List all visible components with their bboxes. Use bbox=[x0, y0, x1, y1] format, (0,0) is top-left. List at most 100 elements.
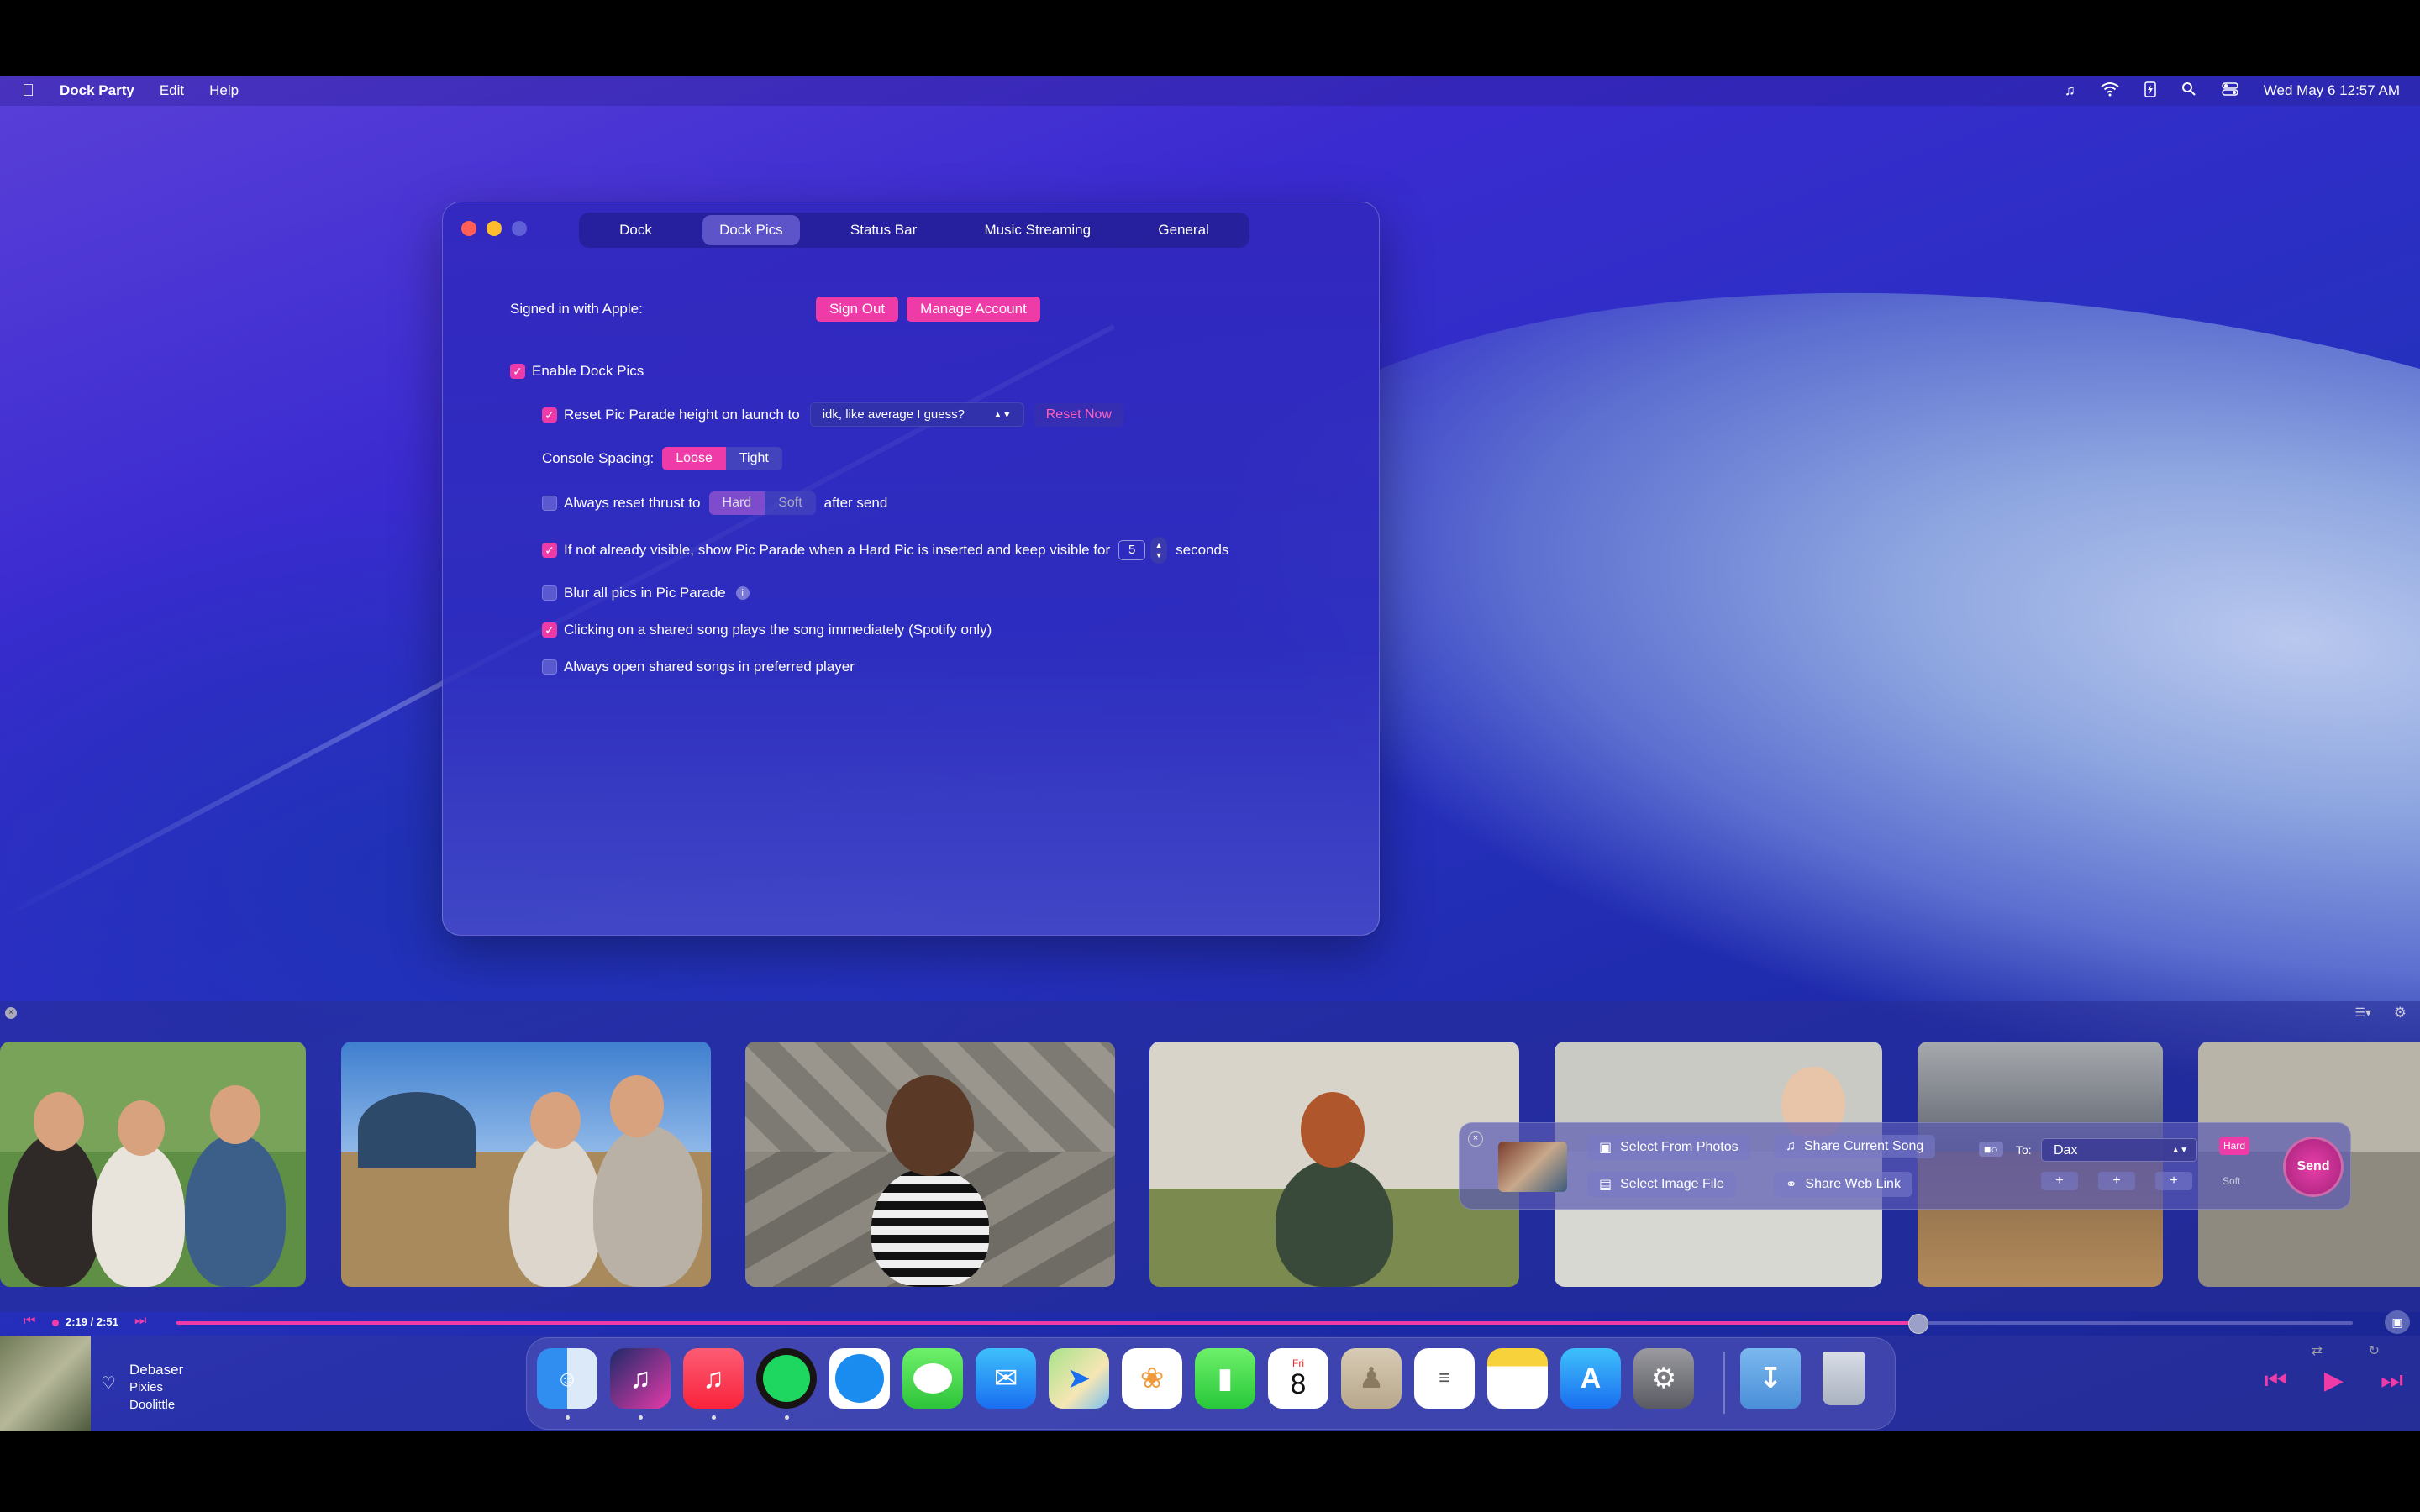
shuffle-icon[interactable]: ⇄ bbox=[2312, 1342, 2323, 1359]
trash-icon[interactable] bbox=[1813, 1348, 1874, 1409]
close-window-button[interactable] bbox=[461, 221, 476, 236]
photos-icon[interactable]: ❀ bbox=[1122, 1348, 1182, 1409]
parade-photo[interactable] bbox=[341, 1042, 711, 1287]
soft-option[interactable]: Soft bbox=[2223, 1175, 2240, 1187]
gear-icon[interactable]: ⚙ bbox=[2394, 1005, 2407, 1021]
select-image-file-label: Select Image File bbox=[1620, 1177, 1724, 1191]
select-from-photos-button[interactable]: ▣ Select From Photos bbox=[1587, 1135, 1750, 1160]
play-icon[interactable]: ▶ bbox=[2324, 1366, 2344, 1395]
messages-icon[interactable] bbox=[902, 1348, 963, 1409]
spacing-tight-option[interactable]: Tight bbox=[725, 447, 782, 470]
manage-account-button[interactable]: Manage Account bbox=[907, 297, 1040, 322]
apple-menu-icon[interactable]:  bbox=[22, 81, 34, 101]
thrust-hard-option[interactable]: Hard bbox=[708, 491, 765, 515]
minimize-window-button[interactable] bbox=[487, 221, 502, 236]
tab-general[interactable]: General bbox=[1141, 215, 1225, 245]
mail-icon[interactable]: ✉ bbox=[976, 1348, 1036, 1409]
list-menu-icon[interactable]: ☰▾ bbox=[2354, 1005, 2371, 1020]
heart-icon[interactable]: ♡ bbox=[101, 1373, 116, 1394]
hard-option[interactable]: Hard bbox=[2219, 1137, 2250, 1155]
help-menu[interactable]: Help bbox=[209, 82, 239, 99]
tab-status-bar[interactable]: Status Bar bbox=[834, 215, 934, 245]
tab-dock[interactable]: Dock bbox=[602, 215, 669, 245]
dock-party-icon[interactable]: ♫ bbox=[610, 1348, 671, 1409]
skip-forward-icon[interactable]: ⏭ bbox=[134, 1314, 146, 1329]
control-center-icon[interactable] bbox=[2222, 81, 2238, 100]
reset-thrust-checkbox[interactable] bbox=[542, 496, 557, 511]
calendar-icon[interactable]: Fri 8 bbox=[1268, 1348, 1328, 1409]
always-open-checkbox[interactable] bbox=[542, 659, 557, 675]
close-share-icon[interactable]: × bbox=[1468, 1131, 1483, 1147]
blur-checkbox[interactable] bbox=[542, 585, 557, 601]
previous-track-icon[interactable]: ⏮ bbox=[2265, 1367, 2287, 1395]
spacing-loose-option[interactable]: Loose bbox=[662, 447, 726, 470]
notes-icon[interactable] bbox=[1487, 1348, 1548, 1409]
console-spacing-label: Console Spacing: bbox=[542, 450, 655, 466]
downloads-folder-icon[interactable]: ↧ bbox=[1740, 1348, 1801, 1409]
chevron-down-icon[interactable]: ▼ bbox=[1155, 550, 1163, 560]
app-store-icon[interactable]: A bbox=[1560, 1348, 1621, 1409]
close-parade-icon[interactable]: × bbox=[5, 1007, 17, 1019]
parade-photo[interactable] bbox=[0, 1042, 306, 1287]
wifi-icon[interactable] bbox=[2101, 81, 2119, 101]
reminders-icon[interactable]: ≡ bbox=[1414, 1348, 1475, 1409]
photo-person bbox=[1276, 1159, 1393, 1287]
next-track-icon[interactable]: ⏭ bbox=[2381, 1367, 2403, 1395]
screen-icon[interactable]: ▣ bbox=[2385, 1310, 2410, 1334]
spotify-icon[interactable] bbox=[756, 1348, 817, 1409]
finder-icon[interactable]: ☺ bbox=[537, 1348, 597, 1409]
battery-icon[interactable] bbox=[2144, 81, 2156, 102]
contacts-icon[interactable]: ♟ bbox=[1341, 1348, 1402, 1409]
seconds-label: seconds bbox=[1176, 542, 1229, 558]
zoom-window-button[interactable] bbox=[512, 221, 527, 236]
reset-height-checkbox[interactable]: ✓ bbox=[542, 407, 557, 423]
clicking-checkbox[interactable]: ✓ bbox=[542, 622, 557, 638]
chevron-up-icon[interactable]: ▲ bbox=[1155, 540, 1163, 550]
seconds-stepper[interactable]: ▲ ▼ bbox=[1150, 537, 1168, 564]
maps-icon[interactable]: ➤ bbox=[1049, 1348, 1109, 1409]
playback-time: 2:19 / 2:51 bbox=[66, 1315, 118, 1328]
settings-tabs: Dock Dock Pics Status Bar Music Streamin… bbox=[579, 213, 1249, 248]
dock: ☺ ♫ ♫ ✉ ➤ ❀ ▮ Fri 8 ♟ ≡ A ⚙ ↧ bbox=[526, 1337, 1896, 1430]
parade-photo[interactable] bbox=[745, 1042, 1115, 1287]
show-parade-checkbox[interactable]: ✓ bbox=[542, 543, 557, 558]
chevron-updown-icon: ▲▼ bbox=[2171, 1146, 2188, 1155]
reset-now-button[interactable]: Reset Now bbox=[1034, 402, 1123, 427]
calendar-day: Fri bbox=[1292, 1357, 1304, 1369]
edit-menu[interactable]: Edit bbox=[160, 82, 184, 99]
music-note-icon[interactable]: ♫ bbox=[2065, 82, 2075, 99]
add-recipient-button[interactable]: + bbox=[2098, 1172, 2135, 1190]
music-icon[interactable]: ♫ bbox=[683, 1348, 744, 1409]
safari-icon[interactable] bbox=[829, 1348, 890, 1409]
add-recipient-button[interactable]: + bbox=[2155, 1172, 2192, 1190]
console-spacing-row: Console Spacing: Loose Tight bbox=[542, 447, 782, 470]
search-icon[interactable] bbox=[2181, 81, 2196, 101]
repeat-icon[interactable]: ↻ bbox=[2369, 1342, 2380, 1359]
info-icon[interactable]: i bbox=[735, 586, 750, 600]
thrust-soft-option[interactable]: Soft bbox=[765, 491, 816, 515]
photo-person bbox=[593, 1126, 702, 1287]
blur-label: Blur all pics in Pic Parade bbox=[564, 585, 726, 601]
reset-height-select[interactable]: idk, like average I guess? ▲▼ bbox=[809, 402, 1024, 427]
share-web-link-button[interactable]: ⚭ Share Web Link bbox=[1774, 1172, 1912, 1197]
app-menu[interactable]: Dock Party bbox=[60, 82, 134, 99]
select-image-file-button[interactable]: ▤ Select Image File bbox=[1587, 1172, 1736, 1197]
facetime-icon[interactable]: ▮ bbox=[1195, 1348, 1255, 1409]
menu-clock[interactable]: Wed May 6 12:57 AM bbox=[2264, 82, 2400, 99]
recipient-select[interactable]: Dax ▲▼ bbox=[2041, 1138, 2197, 1162]
send-button[interactable]: Send bbox=[2283, 1137, 2344, 1197]
system-settings-icon[interactable]: ⚙ bbox=[1634, 1348, 1694, 1409]
album-art[interactable] bbox=[0, 1336, 91, 1431]
sign-out-button[interactable]: Sign Out bbox=[816, 297, 899, 322]
share-panel: × ▣ Select From Photos ♫ Share Current S… bbox=[1459, 1122, 2351, 1210]
add-recipient-button[interactable]: + bbox=[2041, 1172, 2078, 1190]
skip-back-icon[interactable]: ⏮ bbox=[24, 1314, 35, 1329]
tab-music-streaming[interactable]: Music Streaming bbox=[968, 215, 1108, 245]
enable-dock-pics-checkbox[interactable]: ✓ bbox=[510, 364, 525, 379]
progress-knob[interactable] bbox=[1908, 1314, 1928, 1334]
progress-track[interactable] bbox=[176, 1314, 2353, 1334]
share-current-song-button[interactable]: ♫ Share Current Song bbox=[1774, 1135, 1936, 1158]
contact-card-icon[interactable]: ■○ bbox=[1979, 1142, 2003, 1157]
seconds-input[interactable]: 5 bbox=[1118, 540, 1146, 560]
tab-dock-pics[interactable]: Dock Pics bbox=[702, 215, 800, 245]
